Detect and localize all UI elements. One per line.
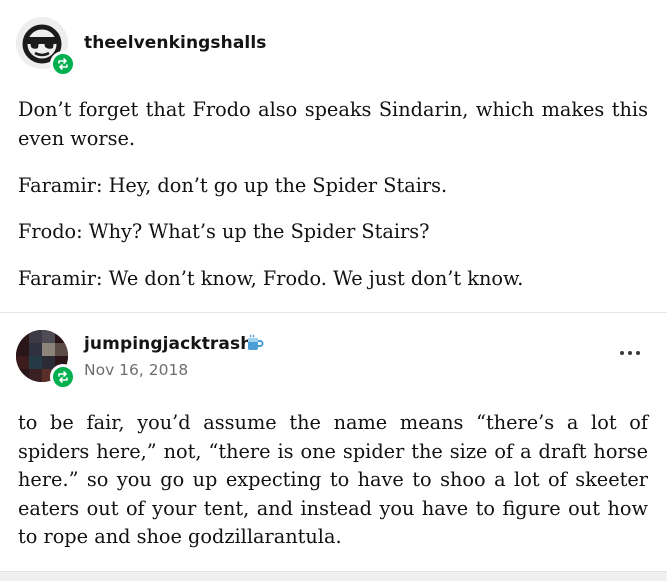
username-1[interactable]: theelvenkingshalls bbox=[84, 33, 267, 53]
more-options-icon[interactable] bbox=[620, 351, 640, 355]
username-2[interactable]: jumpingjacktrash bbox=[84, 334, 252, 354]
avatar-1[interactable] bbox=[16, 17, 76, 77]
reblog-icon bbox=[50, 51, 76, 77]
post-1-paragraph-1: Don’t forget that Frodo also speaks Sind… bbox=[18, 98, 648, 150]
avatar-2[interactable] bbox=[16, 330, 76, 390]
post-date[interactable]: Nov 16, 2018 bbox=[84, 361, 188, 379]
reblog-post-1: theelvenkingshalls Don’t forget that Fro… bbox=[0, 0, 667, 312]
post-2-paragraph-1: to be fair, you’d assume the name means … bbox=[18, 411, 648, 548]
post-1-paragraph-3: Frodo: Why? What’s up the Spider Stairs? bbox=[18, 220, 430, 243]
reblog-post-2: jumpingjacktrash Nov 16, 2018 to be fair… bbox=[0, 313, 667, 571]
coffee-cup-badge-icon[interactable] bbox=[244, 334, 264, 359]
post-1-paragraph-2: Faramir: Hey, don’t go up the Spider Sta… bbox=[18, 174, 448, 197]
post-1-paragraph-4: Faramir: We don’t know, Frodo. We just d… bbox=[18, 267, 524, 290]
reblog-icon bbox=[50, 364, 76, 390]
